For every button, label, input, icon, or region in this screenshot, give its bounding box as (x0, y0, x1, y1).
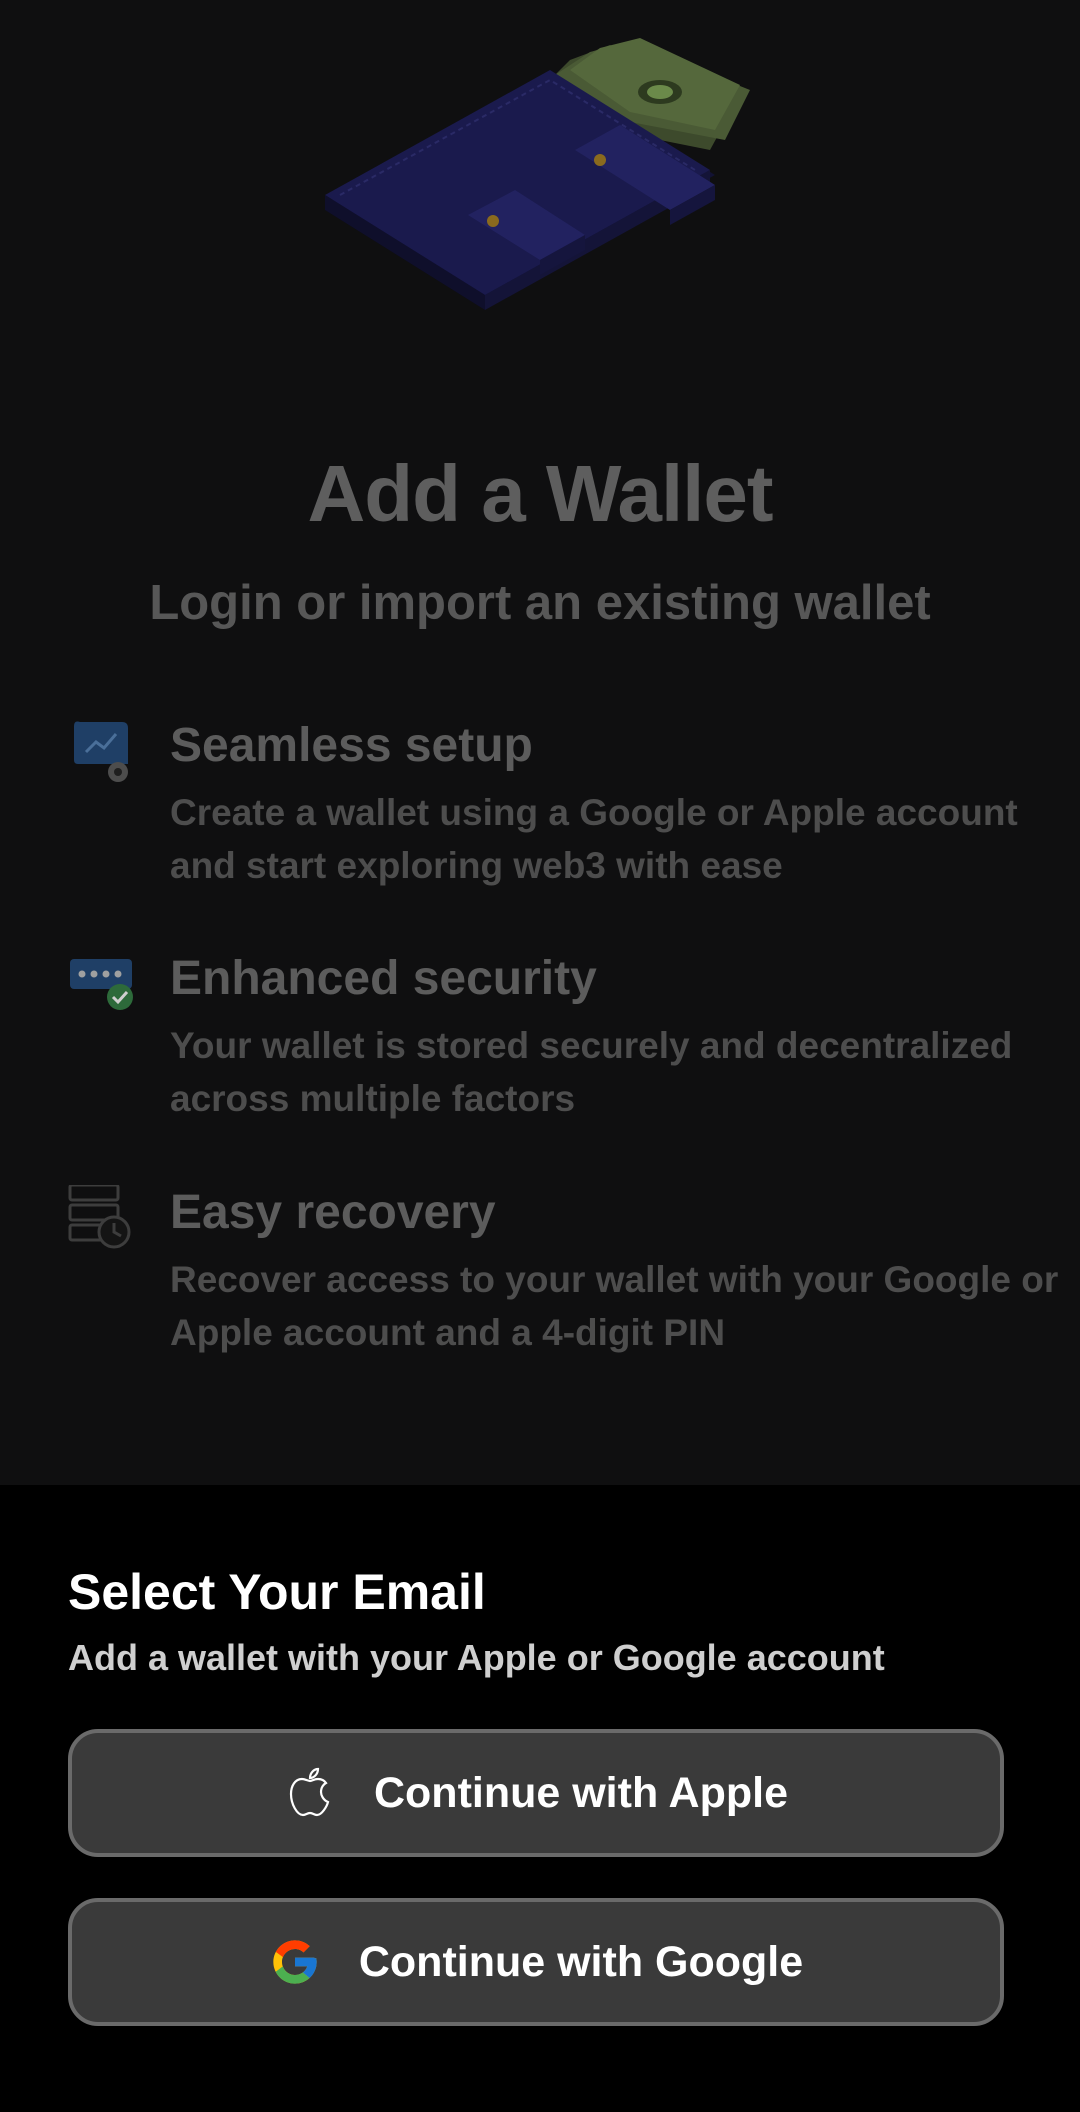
password-shield-check-icon (70, 959, 133, 1010)
sheet-subtitle: Add a wallet with your Apple or Google a… (68, 1637, 885, 1678)
feature-title: Enhanced security (170, 952, 597, 1005)
continue-with-google-button[interactable]: Continue with Google (68, 1898, 1004, 2026)
feature-enhanced-security: Enhanced security Your wallet is stored … (68, 951, 1028, 1131)
continue-with-apple-button[interactable]: Continue with Apple (68, 1729, 1004, 1857)
wallet-illustration (325, 38, 750, 310)
setup-chart-gear-icon (74, 721, 128, 782)
apple-button-label: Continue with Apple (373, 1768, 789, 1817)
select-email-sheet: Select Your Email Add a wallet with your… (0, 1485, 1080, 2112)
server-recovery-icon (68, 1185, 131, 1249)
feature-easy-recovery: Easy recovery Recover access to your wal… (68, 1185, 1058, 1365)
google-logo-icon (273, 1940, 317, 1984)
wallet-intro-screen: Add a Wallet Login or import an existing… (0, 0, 1080, 1485)
feature-seamless-setup: Seamless setup Create a wallet using a G… (68, 718, 1028, 898)
apple-logo-icon (289, 1767, 330, 1817)
page-subtitle: Login or import an existing wallet (149, 576, 931, 630)
google-button-label: Continue with Google (358, 1937, 804, 1986)
feature-description: Create a wallet using a Google or Apple … (170, 792, 1018, 886)
feature-description: Recover access to your wallet with your … (170, 1259, 1059, 1353)
feature-title: Easy recovery (170, 1186, 496, 1239)
sheet-title: Select Your Email (68, 1564, 486, 1620)
page-title: Add a Wallet (307, 449, 773, 538)
feature-description: Your wallet is stored securely and decen… (170, 1025, 1013, 1119)
feature-title: Seamless setup (170, 719, 533, 772)
